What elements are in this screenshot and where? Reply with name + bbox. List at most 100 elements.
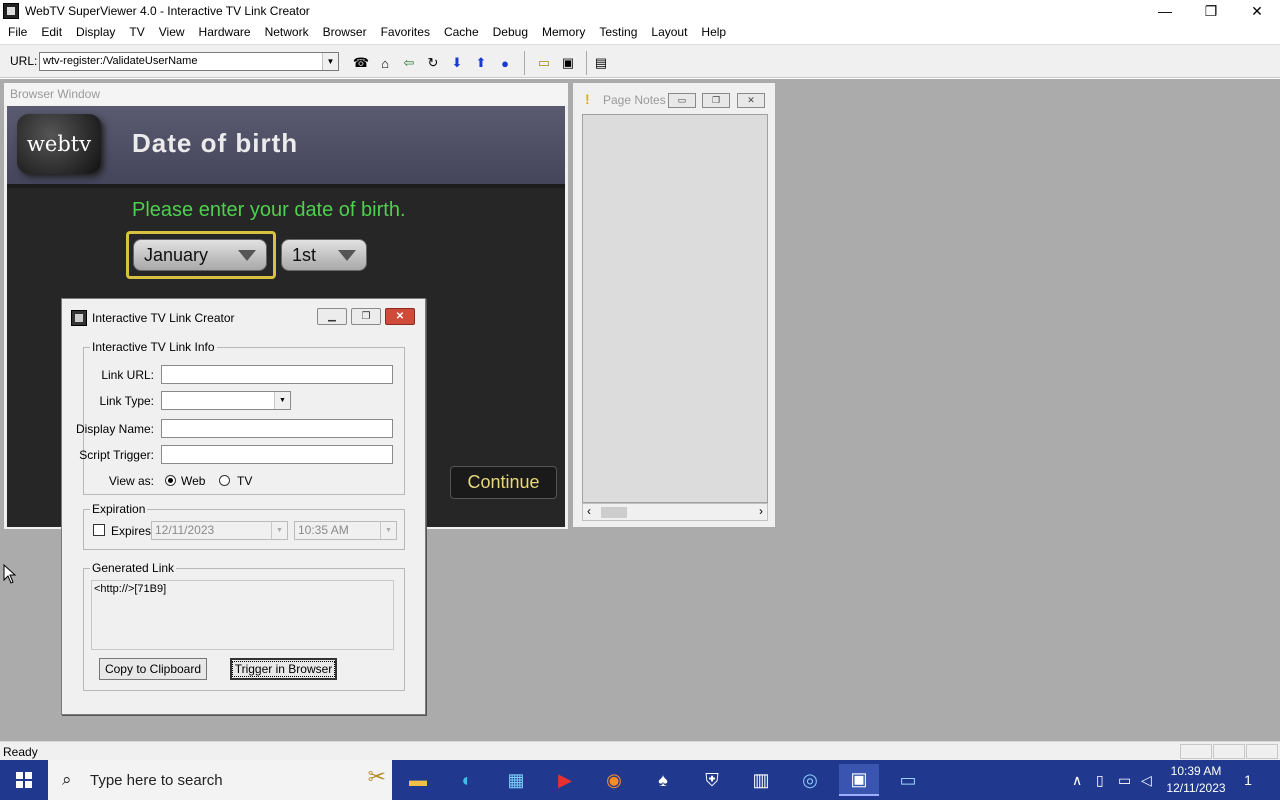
save-icon[interactable]: ▣ <box>558 53 578 73</box>
expires-date-value: 12/11/2023 <box>155 523 215 537</box>
taskbar-clock[interactable]: 10:39 AM 12/11/2023 <box>1160 763 1232 797</box>
scroll-up-icon[interactable]: ⬆ <box>471 53 491 73</box>
connect-icon[interactable]: ☎ <box>351 53 371 73</box>
view-web-radio[interactable] <box>165 475 176 486</box>
menu-favorites[interactable]: Favorites <box>374 22 437 43</box>
dialog-minimize-button[interactable]: ▁ <box>317 308 347 325</box>
store-icon[interactable]: ▦ <box>496 764 536 796</box>
network-icon[interactable]: ▭ <box>1118 760 1131 800</box>
menu-help[interactable]: Help <box>694 22 733 43</box>
display-name-label: Display Name: <box>75 422 154 436</box>
dialog-title: Interactive TV Link Creator <box>92 311 235 325</box>
url-dropdown-icon[interactable]: ▼ <box>322 53 338 70</box>
webtv-logo: webtv <box>17 114 101 174</box>
notification-center-icon[interactable]: 1 <box>1236 769 1260 791</box>
view-tv-label[interactable]: TV <box>237 474 252 488</box>
menu-file[interactable]: File <box>1 22 34 43</box>
notes-text-area[interactable] <box>582 114 768 503</box>
notes-minimize-button[interactable]: ▭ <box>668 93 696 108</box>
menu-memory[interactable]: Memory <box>535 22 592 43</box>
notes-horizontal-scrollbar[interactable]: ‹ › <box>582 503 768 521</box>
menu-edit[interactable]: Edit <box>34 22 69 43</box>
page-notes-title: Page Notes <box>603 93 666 107</box>
back-icon[interactable]: ⇦ <box>399 53 419 73</box>
minimize-button[interactable]: — <box>1142 0 1188 22</box>
day-select[interactable]: 1st <box>281 239 367 271</box>
page-notes-caption: ! Page Notes ▭ ❐ ✕ <box>573 83 775 113</box>
view-tv-radio[interactable] <box>219 475 230 486</box>
scroll-left-icon[interactable]: ‹ <box>587 504 591 518</box>
link-type-select[interactable]: ▼ <box>161 391 291 410</box>
dialog-restore-button[interactable]: ❐ <box>351 308 381 325</box>
expires-checkbox[interactable] <box>93 524 105 536</box>
window-title: WebTV SuperViewer 4.0 - Interactive TV L… <box>25 4 310 18</box>
menu-hardware[interactable]: Hardware <box>192 22 258 43</box>
notes-restore-button[interactable]: ❐ <box>702 93 730 108</box>
security-icon[interactable]: ⛨ <box>692 764 732 796</box>
chevron-down-icon[interactable]: ▼ <box>271 522 287 539</box>
url-value: wtv-register:/ValidateUserName <box>43 55 198 67</box>
trigger-in-browser-button[interactable]: Trigger in Browser <box>230 658 337 680</box>
expires-time-picker[interactable]: 10:35 AM ▼ <box>294 521 397 540</box>
browser-window-caption: Browser Window <box>4 83 568 105</box>
menu-debug[interactable]: Debug <box>486 22 535 43</box>
start-button[interactable] <box>0 760 48 800</box>
tray-overflow-icon[interactable]: ∧ <box>1072 760 1082 800</box>
dialog-caption: Interactive TV Link Creator ▁ ❐ ✕ <box>62 299 425 335</box>
menu-browser[interactable]: Browser <box>316 22 374 43</box>
superviewer-task-icon[interactable]: ▣ <box>839 764 879 796</box>
expires-label[interactable]: Expires: <box>111 524 154 538</box>
dialog-close-button[interactable]: ✕ <box>385 308 415 325</box>
restore-button[interactable]: ❐ <box>1188 0 1234 22</box>
month-select[interactable]: January <box>133 239 267 271</box>
taskbar-search[interactable]: ⌕ Type here to search ✂ <box>48 760 392 800</box>
options-icon[interactable]: ● <box>495 53 515 73</box>
search-highlight-icon: ✂ <box>367 764 386 789</box>
youtube-icon[interactable]: ▶ <box>545 764 585 796</box>
view-web-label[interactable]: Web <box>181 474 205 488</box>
firefox-icon[interactable]: ◉ <box>594 764 634 796</box>
reload-icon[interactable]: ↻ <box>423 53 443 73</box>
scroll-right-icon[interactable]: › <box>759 504 763 518</box>
menu-testing[interactable]: Testing <box>592 22 644 43</box>
scroll-thumb[interactable] <box>601 507 627 518</box>
menu-layout[interactable]: Layout <box>644 22 694 43</box>
link-url-input[interactable] <box>161 365 393 384</box>
menu-view[interactable]: View <box>152 22 192 43</box>
cards-icon[interactable]: ♠ <box>643 764 683 796</box>
scroll-down-icon[interactable]: ⬇ <box>447 53 467 73</box>
menu-network[interactable]: Network <box>258 22 316 43</box>
device-icon[interactable]: ▯ <box>1096 760 1104 800</box>
generated-link-output[interactable]: <http://>[71B9] <box>91 580 394 650</box>
expires-date-picker[interactable]: 12/11/2023 ▼ <box>151 521 288 540</box>
script-trigger-label: Script Trigger: <box>79 448 154 462</box>
app-store-icon[interactable]: ◎ <box>790 764 830 796</box>
notes-close-button[interactable]: ✕ <box>737 93 765 108</box>
copy-to-clipboard-button[interactable]: Copy to Clipboard <box>99 658 207 680</box>
open-folder-icon[interactable]: ▭ <box>534 53 554 73</box>
chevron-down-icon[interactable]: ▼ <box>380 522 396 539</box>
file-explorer-icon[interactable]: ▬ <box>398 764 438 796</box>
close-button[interactable]: ✕ <box>1234 0 1280 22</box>
continue-button[interactable]: Continue <box>450 466 557 499</box>
link-info-legend: Interactive TV Link Info <box>90 340 217 354</box>
menu-cache[interactable]: Cache <box>437 22 486 43</box>
notes-icon[interactable]: ▤ <box>591 53 611 73</box>
url-combo[interactable]: wtv-register:/ValidateUserName ▼ <box>39 52 339 71</box>
clock-time: 10:39 AM <box>1170 764 1222 778</box>
notepad-icon[interactable]: ▭ <box>888 764 928 796</box>
edge-icon[interactable]: ◐ <box>447 764 487 796</box>
warning-icon: ! <box>585 91 590 107</box>
expiration-legend: Expiration <box>90 502 148 516</box>
generated-link-value: <http://>[71B9] <box>94 583 167 595</box>
chevron-down-icon[interactable]: ▼ <box>274 392 290 409</box>
chevron-down-icon <box>338 250 356 261</box>
menu-display[interactable]: Display <box>69 22 122 43</box>
menu-tv[interactable]: TV <box>122 22 151 43</box>
home-icon[interactable]: ⌂ <box>375 53 395 73</box>
link-creator-dialog: Interactive TV Link Creator ▁ ❐ ✕ Intera… <box>61 298 426 715</box>
display-name-input[interactable] <box>161 419 393 438</box>
volume-muted-icon[interactable]: ◁ <box>1141 760 1152 800</box>
script-trigger-input[interactable] <box>161 445 393 464</box>
calculator-icon[interactable]: ▥ <box>741 764 781 796</box>
